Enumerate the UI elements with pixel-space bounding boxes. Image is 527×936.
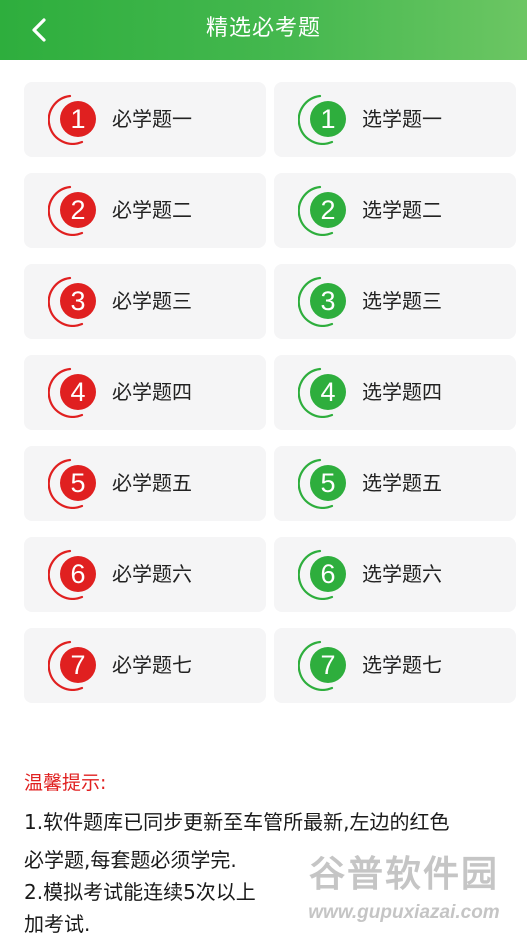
number-badge-icon: 3 bbox=[298, 275, 356, 327]
optional-set-card-4[interactable]: 4 选学题四 bbox=[274, 355, 516, 430]
optional-set-card-2[interactable]: 2 选学题二 bbox=[274, 173, 516, 248]
badge-number: 1 bbox=[70, 104, 86, 134]
badge-number: 2 bbox=[320, 195, 336, 225]
card-label: 选学题六 bbox=[362, 562, 442, 586]
optional-set-card-5[interactable]: 5 选学题五 bbox=[274, 446, 516, 521]
required-set-card-6[interactable]: 6 必学题六 bbox=[24, 537, 266, 612]
badge-number: 6 bbox=[70, 559, 86, 589]
number-badge-icon: 1 bbox=[298, 93, 356, 145]
badge-number: 3 bbox=[320, 286, 336, 316]
optional-set-card-3[interactable]: 3 选学题三 bbox=[274, 264, 516, 339]
number-badge-icon: 7 bbox=[298, 639, 356, 691]
badge-number: 7 bbox=[70, 650, 86, 680]
badge-number: 2 bbox=[70, 195, 86, 225]
badge-number: 5 bbox=[320, 468, 336, 498]
number-badge-icon: 4 bbox=[298, 366, 356, 418]
card-label: 必学题二 bbox=[112, 198, 192, 222]
number-badge-icon: 4 bbox=[48, 366, 106, 418]
required-set-card-4[interactable]: 4 必学题四 bbox=[24, 355, 266, 430]
card-label: 选学题五 bbox=[362, 471, 442, 495]
required-set-card-3[interactable]: 3 必学题三 bbox=[24, 264, 266, 339]
card-label: 选学题七 bbox=[362, 653, 442, 677]
tips-title: 温馨提示: bbox=[24, 772, 107, 794]
badge-number: 6 bbox=[320, 559, 336, 589]
tip-line-2: 必学题,每套题必须学完. bbox=[24, 848, 237, 872]
required-set-card-1[interactable]: 1 必学题一 bbox=[24, 82, 266, 157]
card-label: 必学题七 bbox=[112, 653, 192, 677]
badge-number: 3 bbox=[70, 286, 86, 316]
number-badge-icon: 7 bbox=[48, 639, 106, 691]
app-header: 精选必考题 bbox=[0, 0, 527, 60]
number-badge-icon: 2 bbox=[298, 184, 356, 236]
number-badge-icon: 5 bbox=[48, 457, 106, 509]
optional-set-card-7[interactable]: 7 选学题七 bbox=[274, 628, 516, 703]
card-label: 必学题一 bbox=[112, 107, 192, 131]
number-badge-icon: 3 bbox=[48, 275, 106, 327]
number-badge-icon: 5 bbox=[298, 457, 356, 509]
tip-line-4: 加考试. bbox=[24, 912, 91, 936]
required-set-card-7[interactable]: 7 必学题七 bbox=[24, 628, 266, 703]
number-badge-icon: 1 bbox=[48, 93, 106, 145]
tip-line-1: 1.软件题库已同步更新至车管所最新,左边的红色 bbox=[24, 810, 450, 834]
badge-number: 5 bbox=[70, 468, 86, 498]
card-label: 选学题三 bbox=[362, 289, 442, 313]
badge-number: 4 bbox=[320, 377, 336, 407]
watermark-name: 谷普软件园 bbox=[308, 854, 499, 895]
watermark: 谷普软件园 www.gupuxiazai.com bbox=[286, 852, 522, 930]
card-label: 必学题四 bbox=[112, 380, 192, 404]
badge-number: 1 bbox=[320, 104, 336, 134]
optional-set-card-6[interactable]: 6 选学题六 bbox=[274, 537, 516, 612]
card-label: 必学题三 bbox=[112, 289, 192, 313]
card-label: 必学题五 bbox=[112, 471, 192, 495]
number-badge-icon: 6 bbox=[298, 548, 356, 600]
page-title: 精选必考题 bbox=[205, 16, 321, 41]
required-set-card-5[interactable]: 5 必学题五 bbox=[24, 446, 266, 521]
tip-line-3: 2.模拟考试能连续5次以上 bbox=[24, 880, 256, 904]
card-label: 必学题六 bbox=[112, 562, 192, 586]
required-set-card-2[interactable]: 2 必学题二 bbox=[24, 173, 266, 248]
badge-number: 4 bbox=[70, 377, 86, 407]
optional-set-card-1[interactable]: 1 选学题一 bbox=[274, 82, 516, 157]
card-label: 选学题四 bbox=[362, 380, 442, 404]
watermark-url: www.gupuxiazai.com bbox=[308, 902, 500, 923]
number-badge-icon: 2 bbox=[48, 184, 106, 236]
card-label: 选学题二 bbox=[362, 198, 442, 222]
badge-number: 7 bbox=[320, 650, 336, 680]
card-label: 选学题一 bbox=[362, 107, 442, 131]
number-badge-icon: 6 bbox=[48, 548, 106, 600]
